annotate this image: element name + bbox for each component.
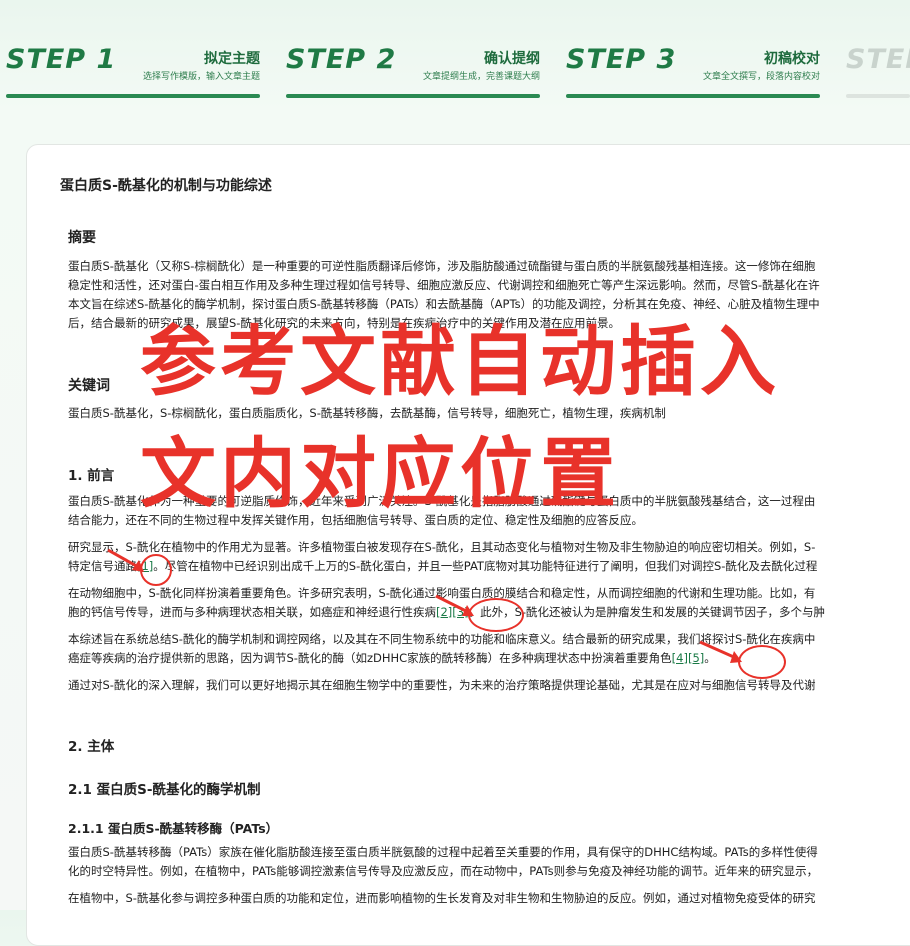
step-progress: STEP 1 拟定主题 选择写作模版，输入文章主题 STEP 2 确认提纲 文章… <box>6 44 910 100</box>
paragraph-line: 蛋白质S-酰基转移酶（PATs）家族在催化脂肪酸连接至蛋白质半胱氨酸的过程中起着… <box>68 845 818 859</box>
step-progress-bar <box>846 94 910 98</box>
abstract-line: 稳定性和活性，还对蛋白-蛋白相互作用及多种生理过程如信号转导、细胞应激反应、代谢… <box>68 278 820 292</box>
document-title: 蛋白质S-酰基化的机制与功能综述 <box>60 178 272 194</box>
keywords-heading: 关键词 <box>68 378 110 394</box>
step-progress-bar <box>286 94 540 98</box>
abstract-heading: 摘要 <box>68 230 96 246</box>
section-heading: 2.1 蛋白质S-酰基化的酶学机制 <box>68 782 261 798</box>
step-progress-bar <box>566 94 820 98</box>
step-progress-bar <box>6 94 260 98</box>
step-number: STEP 1 <box>6 44 117 75</box>
paragraph-line: 通过对S-酰化的深入理解，我们可以更好地揭示其在细胞生物学中的重要性，为未来的治… <box>68 678 816 692</box>
step-4[interactable]: STEP 4 <box>846 44 910 100</box>
step-number: STEP 3 <box>566 44 677 75</box>
paragraph-line: 在植物中，S-酰基化参与调控多种蛋白质的功能和定位，进而影响植物的生长发育及对非… <box>68 891 816 905</box>
overlay-caption-line2: 文内对应位置 <box>140 429 620 518</box>
paragraph-line: 特定信号通路[1]。尽管在植物中已经识别出成千上万的S-酰化蛋白，并且一些PAT… <box>68 557 817 576</box>
step-subtitle: 文章提纲生成，完善课题大纲 <box>422 72 540 82</box>
step-number: STEP 4 <box>846 44 910 75</box>
paragraph-text: 胞的钙信号传导，进而与多种病理状态相关联，如癌症和神经退行性疾病 <box>68 605 436 619</box>
paragraph-line: 研究显示，S-酰化在植物中的作用尤为显著。许多植物蛋白被发现存在S-酰化，且其动… <box>68 540 816 554</box>
step-subtitle: 选择写作模版，输入文章主题 <box>142 72 260 82</box>
overlay-caption-line1: 参考文献自动插入 <box>140 317 780 406</box>
arrow-icon <box>435 594 474 616</box>
step-number: STEP 2 <box>286 44 397 75</box>
paragraph-text: 癌症等疾病的治疗提供新的思路，因为调节S-酰化的酶（如zDHHC家族的酰转移酶）… <box>68 651 672 665</box>
step-2[interactable]: STEP 2 确认提纲 文章提纲生成，完善课题大纲 <box>286 44 540 100</box>
step-subtitle: 文章全文撰写，段落内容校对 <box>702 72 820 82</box>
step-3[interactable]: STEP 3 初稿校对 文章全文撰写，段落内容校对 <box>566 44 820 100</box>
step-title: 初稿校对 <box>764 51 820 67</box>
paragraph-line: 化的时空特异性。例如，在植物中，PATs能够调控激素信号传导及应激反应，而在动物… <box>68 864 819 878</box>
step-title: 拟定主题 <box>204 51 260 67</box>
abstract-line: 蛋白质S-酰基化（又称S-棕榈酰化）是一种重要的可逆性脂质翻译后修饰，涉及脂肪酸… <box>68 259 816 273</box>
document-card: 蛋白质S-酰基化的机制与功能综述 摘要 蛋白质S-酰基化（又称S-棕榈酰化）是一… <box>26 144 910 946</box>
paragraph-line: 癌症等疾病的治疗提供新的思路，因为调节S-酰化的酶（如zDHHC家族的酰转移酶）… <box>68 649 716 668</box>
main-heading: 2. 主体 <box>68 739 115 755</box>
step-1[interactable]: STEP 1 拟定主题 选择写作模版，输入文章主题 <box>6 44 260 100</box>
arrow-icon <box>107 548 144 572</box>
subsection-heading: 2.1.1 蛋白质S-酰基转移酶（PATs） <box>68 821 279 836</box>
paragraph-text: 。尽管在植物中已经识别出成千上万的S-酰化蛋白，并且一些PAT底物对其功能特征进… <box>153 559 818 573</box>
intro-heading: 1. 前言 <box>68 468 115 484</box>
arrow-icon <box>699 640 742 663</box>
step-title: 确认提纲 <box>484 51 540 67</box>
